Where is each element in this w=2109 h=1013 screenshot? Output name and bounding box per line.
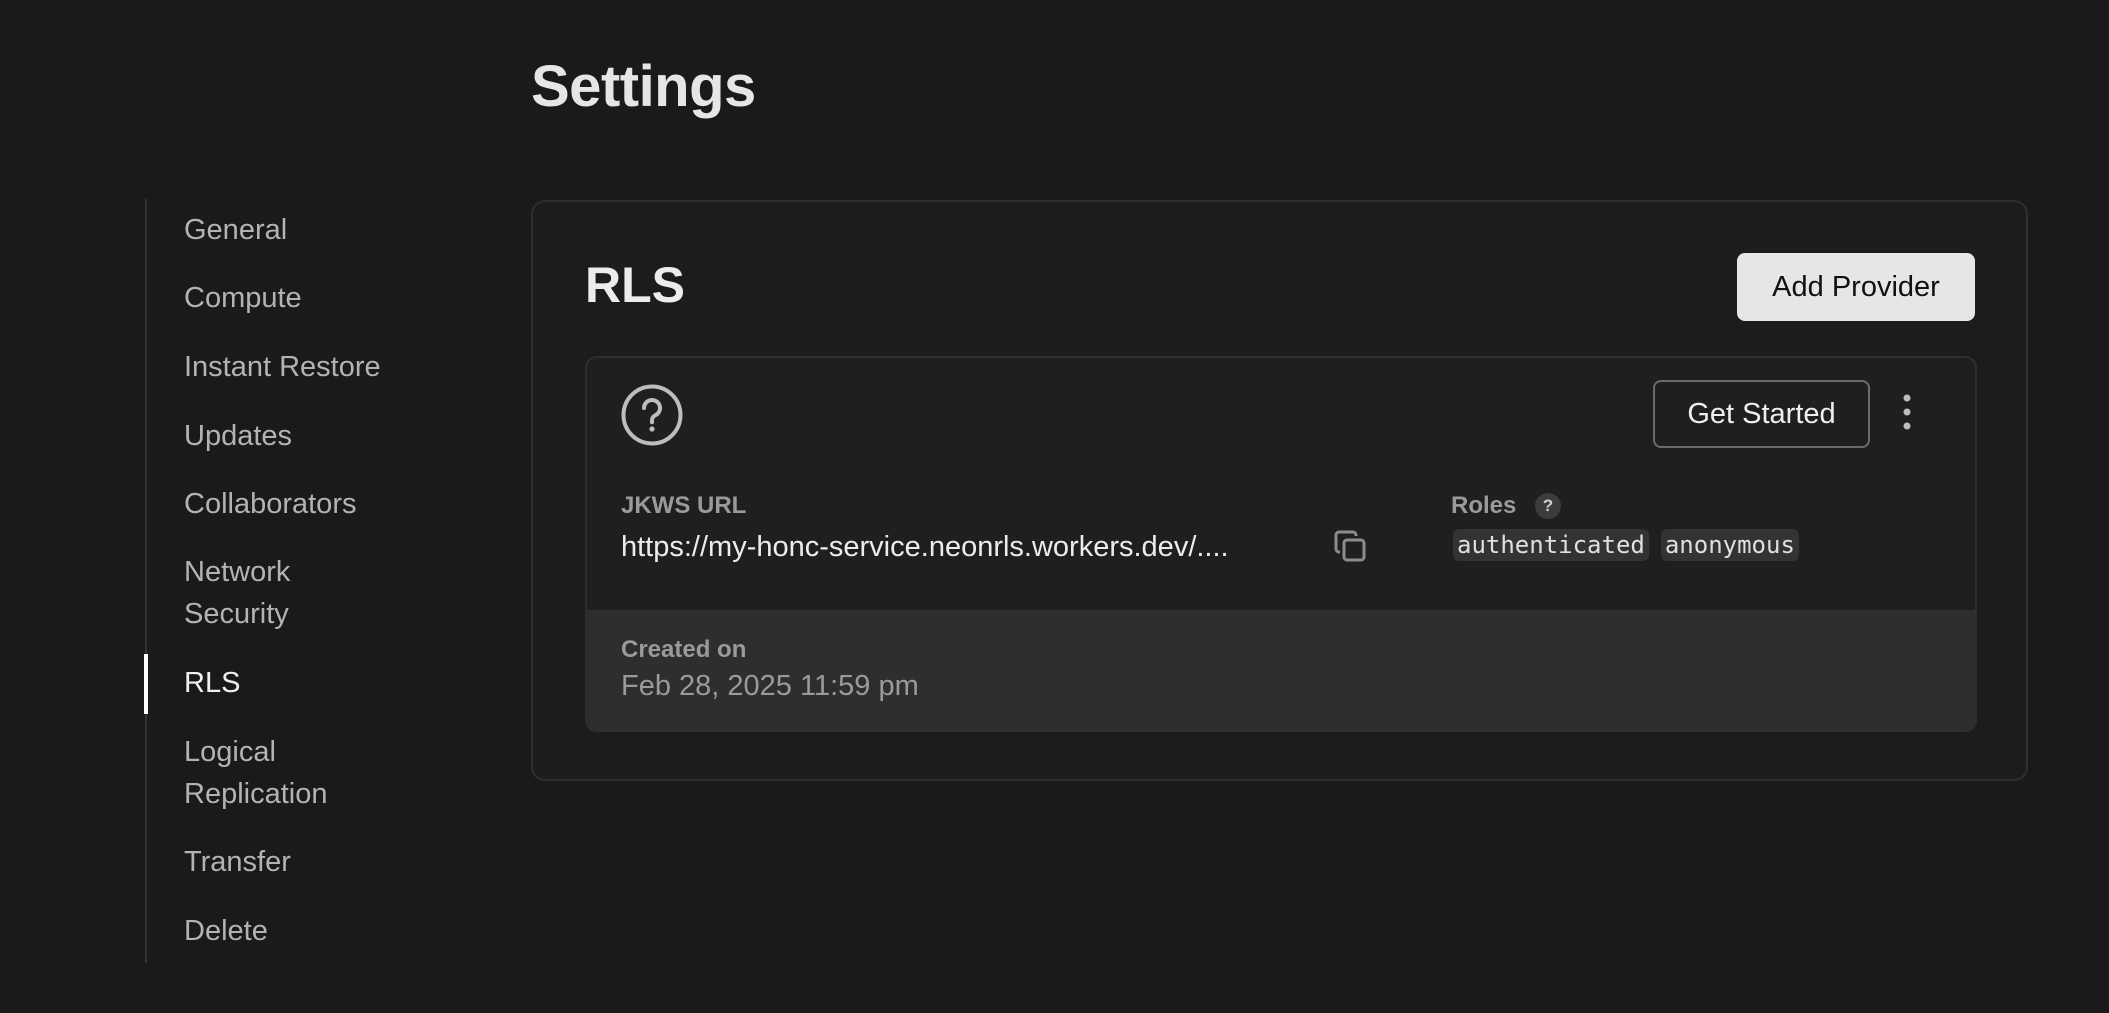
sidebar-item-instant-restore[interactable]: Instant Restore bbox=[184, 346, 444, 388]
rls-title: RLS bbox=[585, 260, 685, 310]
sidebar-item-logical-replication[interactable]: Logical Replication bbox=[184, 731, 384, 815]
settings-sidebar: General Compute Instant Restore Updates … bbox=[145, 199, 447, 963]
sidebar-item-network-security[interactable]: Network Security bbox=[184, 551, 354, 635]
settings-page: Settings General Compute Instant Restore… bbox=[0, 0, 2109, 1013]
provider-footer: Created on Feb 28, 2025 11:59 pm bbox=[587, 610, 1975, 732]
role-chip-anonymous: anonymous bbox=[1661, 529, 1799, 561]
copy-icon[interactable] bbox=[1330, 526, 1370, 566]
sidebar-item-delete[interactable]: Delete bbox=[184, 910, 444, 952]
jwks-url-value: https://my-honc-service.neonrls.workers.… bbox=[621, 530, 1229, 565]
roles-label: Roles bbox=[1451, 494, 1516, 518]
sidebar-item-transfer[interactable]: Transfer bbox=[184, 841, 444, 883]
question-circle-icon bbox=[621, 384, 683, 446]
roles-list: authenticated anonymous bbox=[1453, 529, 1799, 561]
more-vertical-icon[interactable] bbox=[1895, 392, 1919, 432]
sidebar-item-updates[interactable]: Updates bbox=[184, 415, 444, 457]
sidebar-item-rls[interactable]: RLS bbox=[184, 662, 444, 704]
sidebar-item-collaborators[interactable]: Collaborators bbox=[184, 483, 444, 525]
created-on-label: Created on bbox=[621, 636, 746, 664]
sidebar-item-general[interactable]: General bbox=[184, 209, 444, 251]
jwks-url-label: JKWS URL bbox=[621, 494, 746, 518]
provider-card: Get Started JKWS URL https://my-honc-ser… bbox=[585, 356, 1977, 732]
created-on-value: Feb 28, 2025 11:59 pm bbox=[621, 670, 919, 703]
rls-card: RLS Add Provider Get Started JKWS URL ht… bbox=[531, 200, 2028, 781]
add-provider-button[interactable]: Add Provider bbox=[1737, 253, 1975, 321]
role-chip-authenticated: authenticated bbox=[1453, 529, 1649, 561]
sidebar-item-compute[interactable]: Compute bbox=[184, 277, 444, 319]
help-icon[interactable]: ? bbox=[1535, 493, 1561, 519]
get-started-button[interactable]: Get Started bbox=[1653, 380, 1870, 448]
page-title: Settings bbox=[531, 58, 756, 116]
active-indicator bbox=[144, 654, 148, 714]
